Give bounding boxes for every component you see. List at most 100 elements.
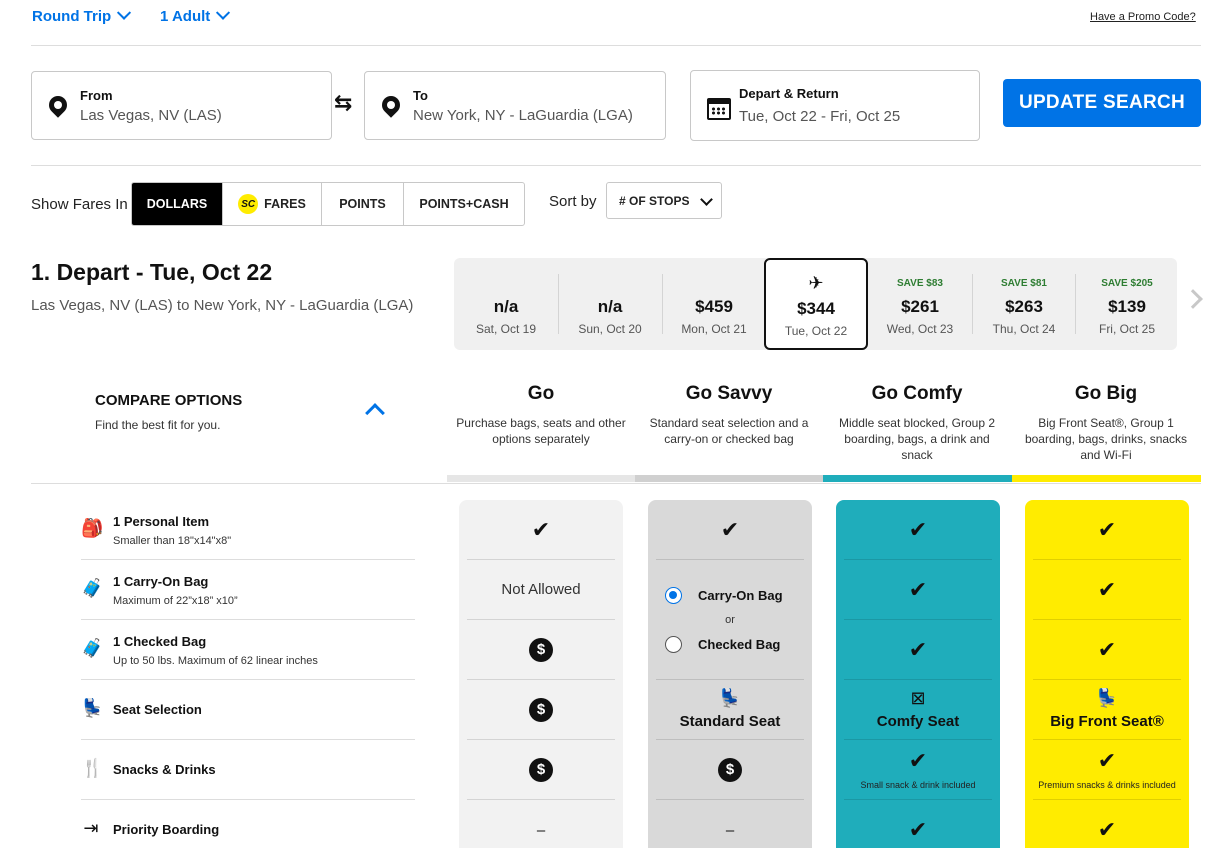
cell-carry-on: ✔ [1033, 560, 1181, 620]
passengers-dropdown[interactable]: 1 Adult [160, 5, 231, 25]
date-option[interactable]: SAVE $81 $263 Thu, Oct 24 [972, 258, 1076, 350]
checked-bag-radio[interactable]: Checked Bag [665, 635, 795, 653]
feature-title: Snacks & Drinks [113, 762, 216, 777]
cell-seat: $ [467, 680, 615, 740]
checkmark-icon: ✔ [1097, 516, 1117, 542]
cell-personal-item: ✔ [467, 500, 615, 560]
cell-boarding: ✔ [1033, 800, 1181, 848]
cell-checked-bag: ✔ [1033, 620, 1181, 680]
big-front-seat-icon: 💺 [1095, 688, 1119, 708]
cell-seat: 💺 Standard Seat [656, 680, 804, 740]
calendar-icon [707, 98, 731, 120]
savings-label: SAVE $205 [1101, 278, 1153, 289]
cell-snacks: $ [656, 740, 804, 800]
cell-personal-item: ✔ [1033, 500, 1181, 560]
chevron-up-icon[interactable] [365, 403, 385, 423]
dash-text: – [536, 821, 546, 839]
snack-note: Small snack & drink included [860, 779, 976, 790]
chevron-right-icon[interactable] [1183, 289, 1203, 309]
cell-personal-item: ✔ [656, 500, 804, 560]
feature-snacks-drinks: 🍴 Snacks & Drinks [81, 740, 415, 800]
fork-knife-icon: 🍴 [81, 758, 104, 778]
date-option[interactable]: SAVE $83 $261 Wed, Oct 23 [868, 258, 972, 350]
from-field[interactable]: From Las Vegas, NV (LAS) [31, 71, 332, 140]
feature-title: 1 Checked Bag [113, 634, 207, 649]
sort-select[interactable]: # OF STOPS [606, 182, 722, 219]
date-price: $344 [797, 299, 835, 318]
cell-carry-on: ✔ [844, 560, 992, 620]
fare-option-points-cash[interactable]: POINTS+CASH [404, 183, 524, 225]
location-pin-icon [378, 92, 404, 118]
date-label: Sun, Oct 20 [578, 322, 642, 336]
date-option[interactable]: n/a Sun, Oct 20 [558, 258, 662, 350]
promo-code-link[interactable]: Have a Promo Code? [1090, 11, 1196, 23]
cell-seat: 💺 Big Front Seat® [1033, 680, 1181, 740]
chevron-down-icon [700, 193, 713, 206]
bundle-description: Standard seat selection and a carry-on o… [649, 416, 809, 446]
radio-unselected[interactable] [665, 635, 682, 653]
bundle-column-go-big: ✔ ✔ ✔ 💺 Big Front Seat® ✔ Premium snacks… [1025, 500, 1189, 848]
dates-field[interactable]: Depart & Return Tue, Oct 22 - Fri, Oct 2… [690, 70, 980, 141]
chevron-down-icon [216, 5, 231, 20]
fare-option-points[interactable]: POINTS [322, 183, 404, 225]
date-option[interactable]: $459 Mon, Oct 21 [662, 258, 766, 350]
carry-on-option-label: Carry-On Bag [698, 587, 783, 603]
dollar-icon: $ [529, 697, 553, 722]
feature-title: Seat Selection [113, 702, 202, 717]
checkmark-icon: ✔ [1097, 636, 1117, 662]
feature-title: Priority Boarding [113, 822, 220, 837]
feature-subtitle: Up to 50 lbs. Maximum of 62 linear inche… [113, 655, 318, 667]
standard-seat-label: Standard Seat [679, 713, 781, 730]
passengers-label: 1 Adult [160, 8, 211, 25]
snack-note: Premium snacks & drinks included [1038, 779, 1176, 790]
cell-carry-on: Not Allowed [467, 560, 615, 620]
date-option[interactable]: SAVE $205 $139 Fri, Oct 25 [1075, 258, 1179, 350]
feature-seat-selection: 💺 Seat Selection [81, 680, 415, 740]
divider [31, 165, 1201, 166]
bundle-column-go-comfy: ✔ ✔ ✔ ⊠ Comfy Seat ✔ Small snack & drink… [836, 500, 1000, 848]
bundle-color-bar [635, 475, 823, 482]
update-search-button[interactable]: UPDATE SEARCH [1003, 79, 1201, 127]
date-price: $261 [901, 297, 939, 316]
comfy-seat-icon: ⊠ [910, 688, 926, 708]
bundle-column-go-savvy: ✔ Carry-On Bag or Checked Bag 💺 Standard… [648, 500, 812, 848]
fare-option-dollars[interactable]: DOLLARS [132, 183, 223, 225]
swap-airports-icon[interactable]: ⇆ [334, 90, 352, 116]
bundle-column-go: ✔ Not Allowed $ $ $ – [459, 500, 623, 848]
savings-label: SAVE $81 [1001, 278, 1047, 289]
cell-seat: ⊠ Comfy Seat [844, 680, 992, 740]
checkmark-icon: ✔ [1097, 817, 1117, 842]
checkmark-icon: ✔ [720, 516, 740, 542]
cell-boarding: – [467, 800, 615, 848]
not-allowed-text: Not Allowed [501, 581, 581, 598]
date-label: Mon, Oct 21 [681, 322, 747, 336]
divider [31, 483, 1201, 484]
compare-options-title: COMPARE OPTIONS [95, 392, 243, 409]
date-price: n/a [493, 297, 519, 316]
trip-type-label: Round Trip [32, 8, 112, 25]
to-value: New York, NY - LaGuardia (LGA) [413, 107, 633, 124]
bundle-color-bar [1012, 475, 1201, 482]
page-title: 1. Depart - Tue, Oct 22 [31, 259, 273, 285]
trip-type-dropdown[interactable]: Round Trip [32, 5, 132, 25]
feature-checked-bag: 🧳 1 Checked Bag Up to 50 lbs. Maximum of… [81, 620, 415, 680]
cell-personal-item: ✔ [844, 500, 992, 560]
plane-icon: ✈ [808, 273, 824, 293]
dates-label: Depart & Return [739, 86, 839, 101]
cell-checked-bag: ✔ [844, 620, 992, 680]
feature-subtitle: Smaller than 18"x14"x8" [113, 535, 232, 547]
fare-type-toggle: DOLLARS SC FARES POINTS POINTS+CASH [131, 182, 525, 226]
radio-selected[interactable] [665, 586, 682, 604]
date-option[interactable]: n/a Sat, Oct 19 [454, 258, 558, 350]
carry-on-radio[interactable]: Carry-On Bag [665, 586, 795, 604]
show-fares-label: Show Fares In [31, 196, 128, 213]
checkmark-icon: ✔ [908, 817, 928, 842]
fare-option-sc-fares[interactable]: SC FARES [223, 183, 322, 225]
dash-text: – [725, 821, 735, 839]
comfy-seat-label: Comfy Seat [876, 713, 960, 730]
to-field[interactable]: To New York, NY - LaGuardia (LGA) [364, 71, 666, 140]
sort-label: Sort by [549, 193, 597, 210]
date-option[interactable]: ✈ $344 Tue, Oct 22 [764, 258, 868, 350]
date-label: Fri, Oct 25 [1098, 322, 1155, 336]
backpack-icon: 🎒 [81, 518, 104, 538]
